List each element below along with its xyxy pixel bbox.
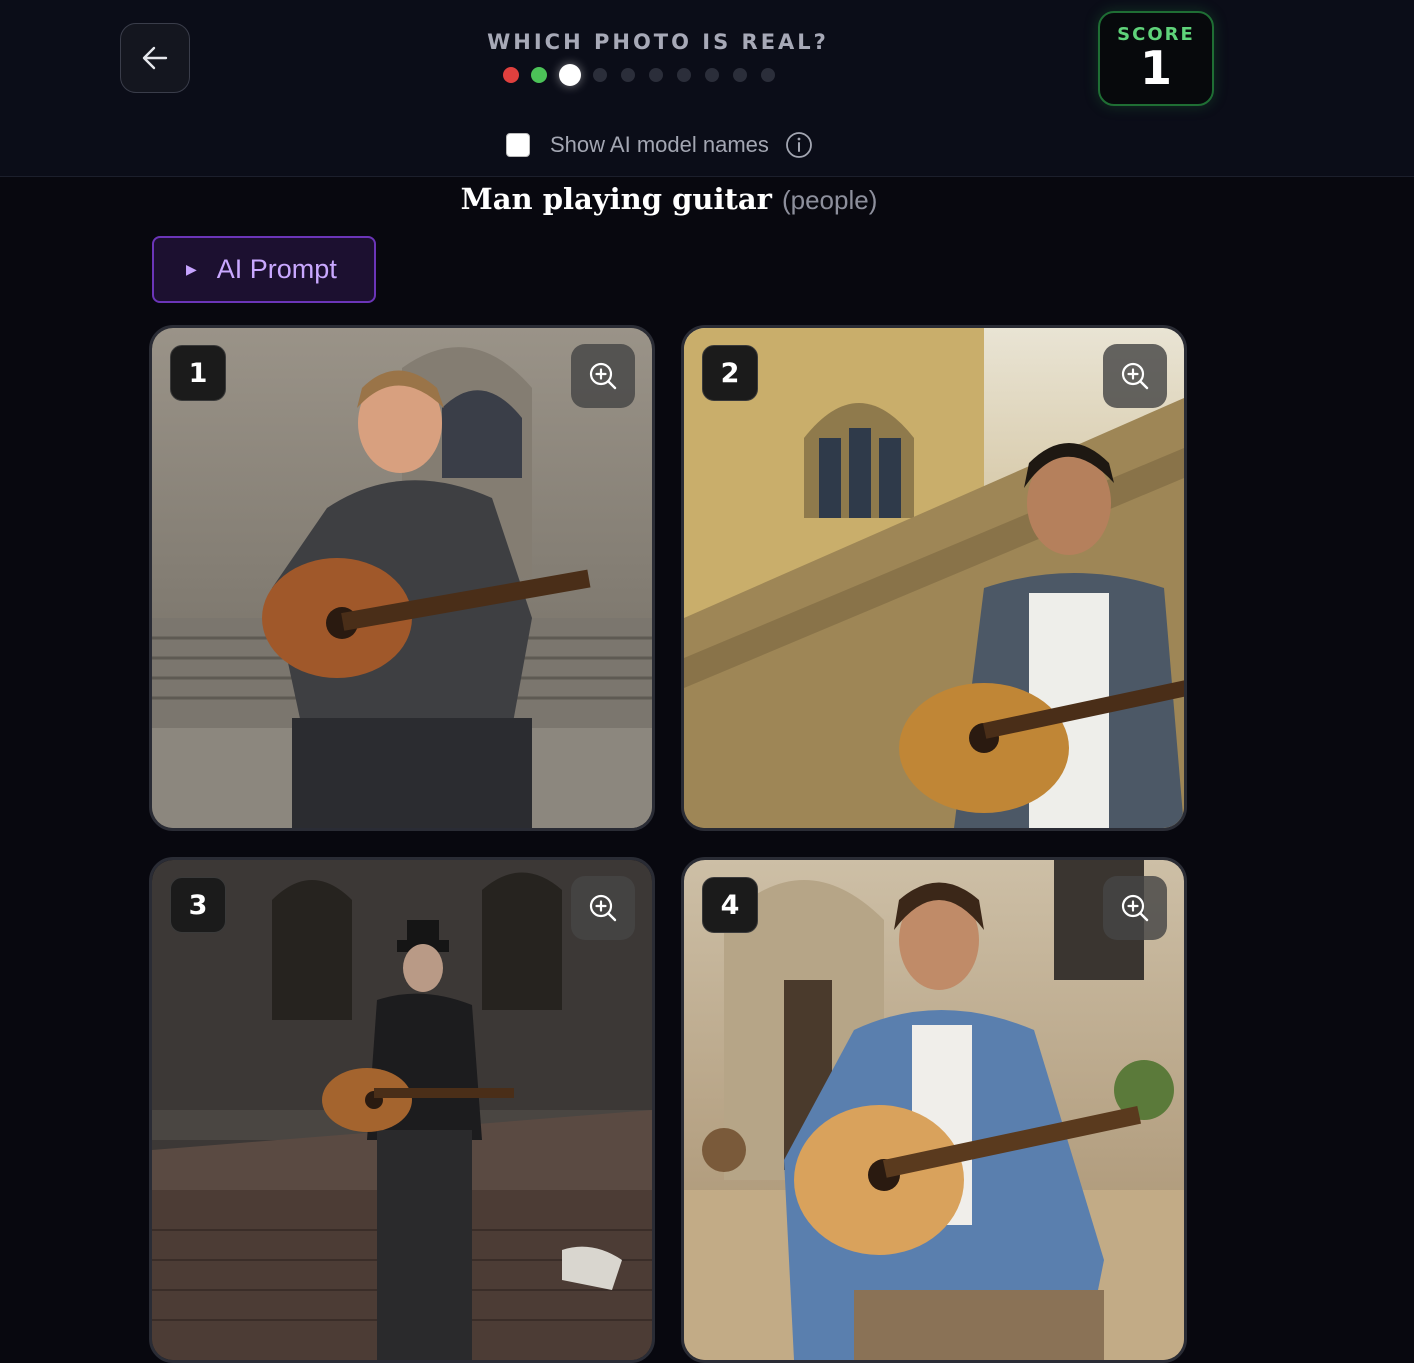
photo-number-badge: 4 [702,877,758,933]
progress-dots [503,64,789,86]
progress-dot-pending [705,68,719,82]
subject-category: (people) [781,185,878,215]
zoom-in-icon[interactable] [1103,344,1167,408]
ai-prompt-button[interactable]: ▶ AI Prompt [152,236,376,303]
photo-card-4[interactable]: 4 [681,857,1187,1363]
progress-dot-pending [761,68,775,82]
score-value: 1 [1139,41,1172,95]
info-icon[interactable] [785,131,813,159]
progress-dot-pending [621,68,635,82]
photo-number-badge: 1 [170,345,226,401]
photo-number-badge: 3 [170,877,226,933]
show-model-names-label[interactable]: Show AI model names [550,132,769,158]
zoom-in-icon[interactable] [1103,876,1167,940]
show-model-names-checkbox[interactable] [506,133,530,157]
progress-dot-wrong [503,67,519,83]
header-bar: WHICH PHOTO IS REAL? SCORE 1 Show AI mod… [0,0,1414,177]
score-box: SCORE 1 [1098,11,1214,106]
progress-dot-pending [649,68,663,82]
photo-card-1[interactable]: 1 [149,325,655,831]
progress-dot-pending [677,68,691,82]
show-model-names-toggle: Show AI model names [506,129,813,161]
zoom-in-icon[interactable] [571,876,635,940]
subject-title: Man playing guitar [460,182,772,216]
ai-prompt-label: AI Prompt [216,254,337,284]
subject-heading: Man playing guitar (people) [0,182,1338,216]
photo-card-2[interactable]: 2 [681,325,1187,831]
photo-card-3[interactable]: 3 [149,857,655,1363]
triangle-right-icon: ▶ [186,261,197,278]
progress-dot-current [559,64,581,86]
photo-number-badge: 2 [702,345,758,401]
progress-dot-pending [593,68,607,82]
zoom-in-icon[interactable] [571,344,635,408]
progress-dot-right [531,67,547,83]
progress-dot-pending [733,68,747,82]
